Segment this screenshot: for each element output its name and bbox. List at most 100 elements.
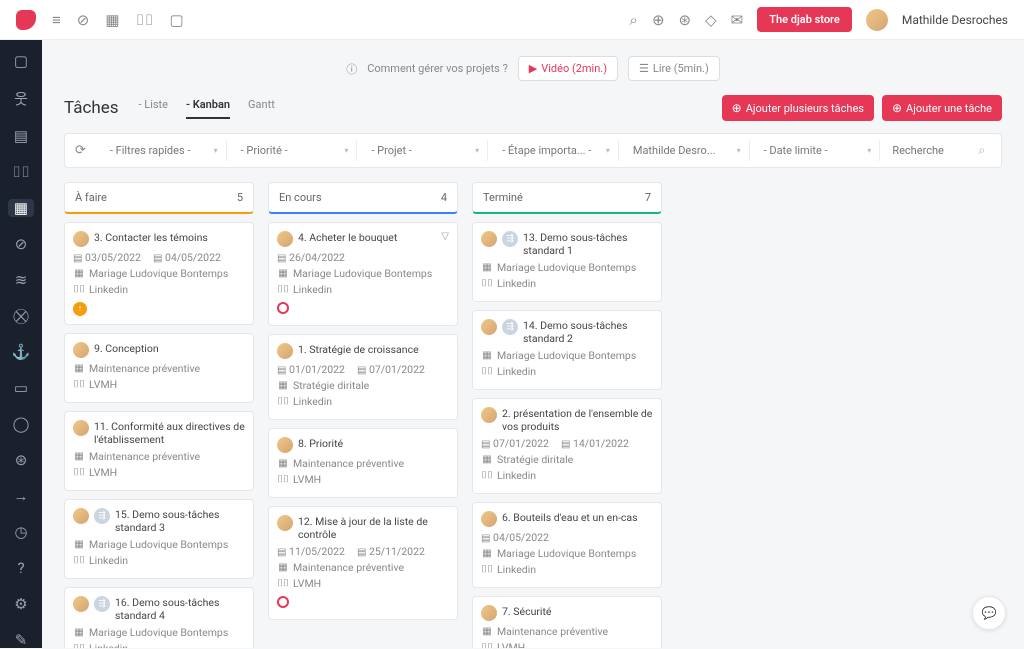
card-project: ▦ Maintenance préventive	[481, 625, 653, 638]
main: ⓘ Comment gérer vos projets ? ▶ Vidéo (2…	[42, 40, 1024, 648]
calendar-icon: ▤	[481, 439, 490, 450]
priority-badge: ↑	[73, 302, 87, 316]
sidebar-calendar-icon[interactable]: ▤	[8, 127, 34, 145]
sidebar-anchor-icon[interactable]: ⚓	[8, 343, 34, 361]
task-card[interactable]: ⇶13. Demo sous-tâches standard 1▦ Mariag…	[472, 222, 662, 302]
card-project: ▦ Mariage Ludovique Bontemps	[73, 626, 245, 639]
sidebar-target-icon[interactable]: ⊛	[8, 451, 34, 469]
sidebar-layers-icon[interactable]: ≋	[8, 271, 34, 289]
card-project: ▦ Stratégie diritale	[277, 379, 449, 392]
sidebar-gear-icon[interactable]: ⚙	[8, 595, 34, 613]
check-icon[interactable]: ⊘	[77, 11, 90, 29]
sidebar-help-icon[interactable]: ?	[8, 559, 34, 577]
filter-step[interactable]: - Étape importa... -▾	[494, 140, 619, 161]
assignee-avatar	[73, 420, 89, 436]
avatar[interactable]	[866, 9, 888, 31]
assignee-avatar	[73, 231, 89, 247]
tab-kanban[interactable]: - Kanban	[186, 98, 230, 119]
grid-icon: ▦	[481, 548, 493, 559]
building-icon: ⌷⌷	[73, 555, 85, 566]
task-card[interactable]: 9. Conception▦ Maintenance préventive⌷⌷ …	[64, 333, 254, 403]
store-button[interactable]: The djab store	[757, 7, 852, 32]
tab-gantt[interactable]: Gantt	[248, 98, 275, 119]
bell-icon[interactable]: ◇	[705, 11, 717, 29]
search-input[interactable]	[892, 144, 972, 157]
globe-icon[interactable]: ⊛	[679, 11, 692, 29]
task-card[interactable]: 6. Bouteils d'eau et un en-cas▤ 04/05/20…	[472, 502, 662, 588]
filter-icon: ▽	[441, 231, 449, 242]
building-icon: ⌷⌷	[481, 366, 493, 377]
add-one-button[interactable]: Ajouter une tâche	[882, 95, 1002, 121]
filter-deadline[interactable]: - Date limite - ▾	[756, 140, 881, 161]
task-card[interactable]: 8. Priorité▦ Maintenance préventive⌷⌷ LV…	[268, 428, 458, 498]
task-card[interactable]: 12. Mise à jour de la liste de contrôle▤…	[268, 506, 458, 620]
column-todo: À faire5 3. Contacter les témoins▤ 03/05…	[64, 182, 254, 648]
column-head-done: Terminé7	[472, 182, 662, 214]
grid-icon: ▦	[73, 539, 85, 550]
filter-priority[interactable]: - Priorité -▾	[233, 140, 358, 161]
filter-user[interactable]: Mathilde Desro...▾	[625, 140, 750, 161]
grid-icon[interactable]: ▦	[105, 11, 119, 29]
calendar-icon: ▤	[153, 253, 162, 264]
task-card[interactable]: ⇶14. Demo sous-tâches standard 2▦ Mariag…	[472, 310, 662, 390]
card-project: ▦ Mariage Ludovique Bontemps	[73, 267, 245, 280]
sidebar-check-icon[interactable]: ⊘	[8, 235, 34, 253]
card-dates: ▤ 01/01/2022▤ 07/01/2022	[277, 363, 449, 376]
sidebar-briefcase-icon[interactable]: ⌷⌷	[8, 163, 34, 181]
card-title: 7. Sécurité	[502, 605, 653, 618]
monitor-icon[interactable]: ▢	[170, 11, 184, 29]
menu-icon[interactable]: ≡	[52, 11, 61, 29]
top-right: ⌕ ⊕ ⊛ ◇ ✉ The djab store Mathilde Desroc…	[630, 7, 1008, 32]
assignee-avatar	[73, 596, 89, 612]
task-card[interactable]: ⇶15. Demo sous-tâches standard 3▦ Mariag…	[64, 499, 254, 579]
chat-fab[interactable]: 💬	[972, 596, 1006, 630]
assignee-avatar	[481, 319, 497, 335]
topbar: ≡ ⊘ ▦ ⌷⌷ ▢ ⌕ ⊕ ⊛ ◇ ✉ The djab store Math…	[0, 0, 1024, 40]
add-many-button[interactable]: Ajouter plusieurs tâches	[722, 95, 874, 121]
task-card[interactable]: 1. Stratégie de croissance▤ 01/01/2022▤ …	[268, 334, 458, 420]
task-card[interactable]: 7. Sécurité▦ Maintenance préventive⌷⌷ LV…	[472, 596, 662, 648]
task-card[interactable]: 4. Acheter le bouquet▽▤ 26/04/2022▦ Mari…	[268, 222, 458, 326]
filter-quick[interactable]: - Filtres rapides -▾	[102, 140, 227, 161]
search-icon[interactable]: ⌕	[978, 143, 985, 158]
search-icon[interactable]: ⌕	[630, 11, 638, 29]
card-client: ⌷⌷ Linkedin	[73, 554, 245, 567]
task-card[interactable]: 3. Contacter les témoins▤ 03/05/2022▤ 04…	[64, 222, 254, 325]
sidebar-monitor-icon[interactable]: ▢	[8, 52, 34, 70]
card-project: ▦ Mariage Ludovique Bontemps	[481, 261, 653, 274]
card-client: ⌷⌷ Linkedin	[277, 283, 449, 296]
calendar-icon: ▤	[357, 365, 366, 376]
assignee-avatar	[277, 437, 293, 453]
tab-list[interactable]: - Liste	[139, 98, 168, 119]
user-name: Mathilde Desroches	[902, 13, 1008, 27]
calendar-icon: ▤	[277, 365, 286, 376]
task-card[interactable]: 2. présentation de l'ensemble de vos pro…	[472, 398, 662, 494]
briefcase-icon[interactable]: ⌷⌷	[136, 11, 154, 29]
add-icon[interactable]: ⊕	[652, 11, 665, 29]
filter-project[interactable]: - Projet -▾	[363, 140, 488, 161]
app-logo[interactable]	[16, 10, 36, 30]
task-card[interactable]: 11. Conformité aux directives de l'établ…	[64, 411, 254, 491]
card-title: 13. Demo sous-tâches standard 1	[523, 231, 653, 257]
sidebar-clock-icon[interactable]: ◷	[8, 523, 34, 541]
sidebar-arrow-icon[interactable]: →	[8, 487, 34, 505]
mail-icon[interactable]: ✉	[731, 11, 744, 29]
sidebar-cart-icon[interactable]: ⛒	[8, 307, 34, 325]
sidebar-grid-icon[interactable]: ▦	[8, 199, 34, 217]
assignee-avatar	[73, 342, 89, 358]
task-card[interactable]: ⇶16. Demo sous-tâches standard 4▦ Mariag…	[64, 587, 254, 648]
sidebar: ▢ 웃 ▤ ⌷⌷ ▦ ⊘ ≋ ⛒ ⚓ ▭ ◯ ⊛ → ◷ ? ⚙ ✎	[0, 40, 42, 648]
building-icon: ⌷⌷	[73, 284, 85, 295]
read-button[interactable]: ☰ Lire (5min.)	[628, 56, 720, 81]
refresh-icon[interactable]: ⟳	[75, 143, 86, 158]
card-client: ⌷⌷ LVMH	[277, 473, 449, 486]
card-project: ▦ Stratégie diritale	[481, 453, 653, 466]
sidebar-chat-icon[interactable]: ◯	[8, 415, 34, 433]
sidebar-edit-icon[interactable]: ✎	[8, 631, 34, 649]
video-button[interactable]: ▶ Vidéo (2min.)	[518, 56, 618, 81]
building-icon: ⌷⌷	[73, 467, 85, 478]
card-client: ⌷⌷ Linkedin	[277, 395, 449, 408]
building-icon: ⌷⌷	[277, 284, 289, 295]
sidebar-book-icon[interactable]: ▭	[8, 379, 34, 397]
sidebar-people-icon[interactable]: 웃	[8, 88, 34, 109]
